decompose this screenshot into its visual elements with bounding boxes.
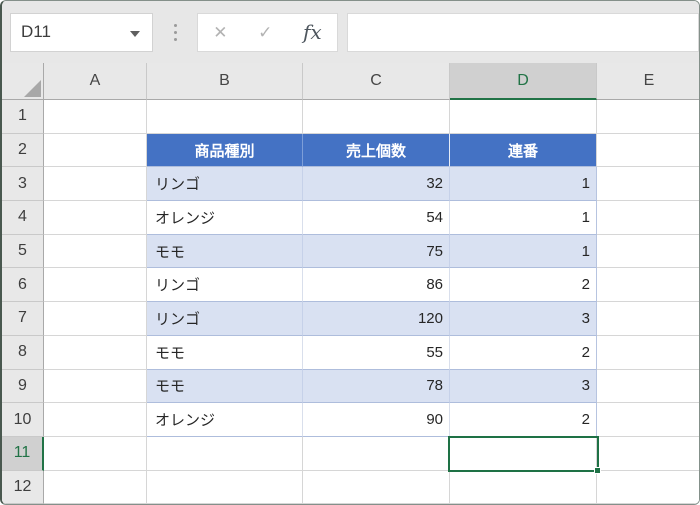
- cell-B1[interactable]: [147, 100, 303, 134]
- cell-A11[interactable]: [44, 436, 147, 471]
- cell-B11[interactable]: [147, 436, 303, 471]
- row-header-10[interactable]: 10: [2, 403, 44, 437]
- row-header-2[interactable]: 2: [2, 133, 44, 168]
- row-header-12[interactable]: 12: [2, 470, 44, 504]
- cell-B7[interactable]: リンゴ: [147, 302, 303, 336]
- cell-C6[interactable]: 86: [303, 268, 450, 303]
- cell-B6[interactable]: リンゴ: [147, 268, 303, 303]
- cell-B5[interactable]: モモ: [147, 234, 303, 269]
- cell-B4[interactable]: オレンジ: [147, 201, 303, 235]
- row-header-7[interactable]: 7: [2, 302, 44, 336]
- cell-A8[interactable]: [44, 335, 147, 370]
- cell-A2[interactable]: [44, 133, 147, 168]
- cell-E11[interactable]: [597, 436, 699, 471]
- name-box[interactable]: D11: [10, 12, 153, 52]
- select-all-corner[interactable]: [2, 63, 44, 100]
- cell-D2-table-header[interactable]: 連番: [450, 133, 597, 168]
- cell-A6[interactable]: [44, 268, 147, 303]
- cell-E12[interactable]: [597, 470, 699, 504]
- cell-D7[interactable]: 3: [450, 302, 597, 336]
- cell-A5[interactable]: [44, 234, 147, 269]
- cell-C8[interactable]: 55: [303, 335, 450, 370]
- formula-bar-row: D11 ✕ ✓ fx: [2, 1, 699, 63]
- column-header-a[interactable]: A: [44, 63, 147, 100]
- column-header-e[interactable]: E: [597, 63, 699, 100]
- cell-C2-table-header[interactable]: 売上個数: [303, 133, 450, 168]
- formula-buttons-panel: ✕ ✓ fx: [197, 12, 338, 52]
- cell-B9[interactable]: モモ: [147, 369, 303, 404]
- cell-C1[interactable]: [303, 100, 450, 134]
- cell-D12[interactable]: [450, 470, 597, 504]
- cell-E6[interactable]: [597, 268, 699, 303]
- cell-A12[interactable]: [44, 470, 147, 504]
- cell-E2[interactable]: [597, 133, 699, 168]
- separator-dots-icon: [153, 23, 197, 41]
- cell-A7[interactable]: [44, 302, 147, 336]
- cell-A3[interactable]: [44, 167, 147, 202]
- column-header-c[interactable]: C: [303, 63, 450, 100]
- row-header-11-selected[interactable]: 11: [2, 436, 44, 471]
- cell-B3[interactable]: リンゴ: [147, 167, 303, 202]
- sheet-grid: A B C D E 1 2 商品種別 売上個数 連番 3 リンゴ 32 1 4 …: [2, 63, 699, 504]
- row-header-4[interactable]: 4: [2, 201, 44, 235]
- cell-C7[interactable]: 120: [303, 302, 450, 336]
- cell-C12[interactable]: [303, 470, 450, 504]
- cell-B10[interactable]: オレンジ: [147, 403, 303, 437]
- cell-E5[interactable]: [597, 234, 699, 269]
- cell-E4[interactable]: [597, 201, 699, 235]
- cell-A1[interactable]: [44, 100, 147, 134]
- cell-C4[interactable]: 54: [303, 201, 450, 235]
- cell-C11[interactable]: [303, 436, 450, 471]
- cell-D1[interactable]: [450, 100, 597, 134]
- cell-B2-table-header[interactable]: 商品種別: [147, 133, 303, 168]
- row-header-5[interactable]: 5: [2, 234, 44, 269]
- cell-C10[interactable]: 90: [303, 403, 450, 437]
- cell-A9[interactable]: [44, 369, 147, 404]
- row-header-3[interactable]: 3: [2, 167, 44, 202]
- cell-D4[interactable]: 1: [450, 201, 597, 235]
- cell-D5[interactable]: 1: [450, 234, 597, 269]
- cell-E3[interactable]: [597, 167, 699, 202]
- select-all-triangle-icon: [24, 80, 41, 97]
- row-header-9[interactable]: 9: [2, 369, 44, 404]
- row-header-8[interactable]: 8: [2, 335, 44, 370]
- column-header-d-selected[interactable]: D: [450, 63, 597, 100]
- cell-C9[interactable]: 78: [303, 369, 450, 404]
- insert-function-icon[interactable]: fx: [303, 22, 322, 42]
- row-header-6[interactable]: 6: [2, 268, 44, 303]
- name-box-value: D11: [21, 22, 51, 41]
- cell-A10[interactable]: [44, 403, 147, 437]
- cell-E10[interactable]: [597, 403, 699, 437]
- confirm-icon[interactable]: ✓: [258, 24, 272, 41]
- chevron-down-icon[interactable]: [130, 30, 140, 37]
- excel-window: D11 ✕ ✓ fx A B C D E 1 2 商品種別 売上個数 連番 3 …: [0, 0, 700, 505]
- cancel-icon[interactable]: ✕: [213, 24, 227, 41]
- column-header-b[interactable]: B: [147, 63, 303, 100]
- row-header-1[interactable]: 1: [2, 100, 44, 134]
- cell-B12[interactable]: [147, 470, 303, 504]
- cell-C3[interactable]: 32: [303, 167, 450, 202]
- cell-E7[interactable]: [597, 302, 699, 336]
- cell-D3[interactable]: 1: [450, 167, 597, 202]
- cell-D11-selected[interactable]: [450, 436, 597, 471]
- cell-E9[interactable]: [597, 369, 699, 404]
- cell-D10[interactable]: 2: [450, 403, 597, 437]
- cell-D6[interactable]: 2: [450, 268, 597, 303]
- cell-E8[interactable]: [597, 335, 699, 370]
- cell-B8[interactable]: モモ: [147, 335, 303, 370]
- cell-C5[interactable]: 75: [303, 234, 450, 269]
- cell-D9[interactable]: 3: [450, 369, 597, 404]
- cell-A4[interactable]: [44, 201, 147, 235]
- formula-input[interactable]: [347, 12, 699, 52]
- cell-E1[interactable]: [597, 100, 699, 134]
- cell-D8[interactable]: 2: [450, 335, 597, 370]
